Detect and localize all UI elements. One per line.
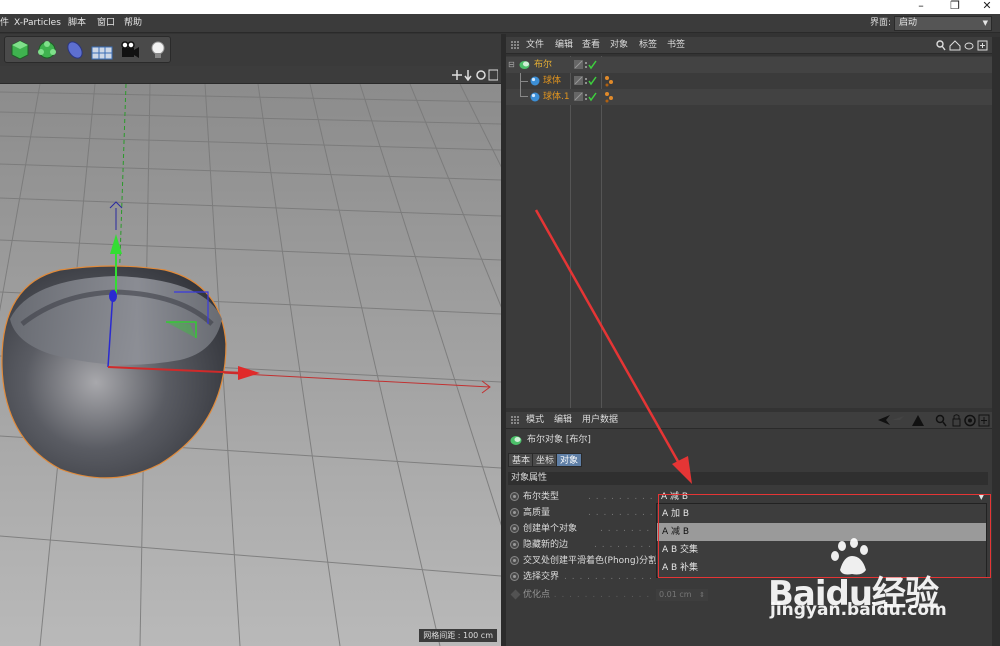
viewport-nav-icons[interactable] [452, 69, 498, 81]
tag-icon[interactable] [604, 75, 614, 87]
tree-branch [520, 82, 528, 97]
tag-icon[interactable] [604, 91, 614, 103]
object-label-boole[interactable]: 布尔 [534, 57, 552, 73]
om-menu-tag[interactable]: 标签 [639, 37, 657, 54]
collapse-icon[interactable]: ⊟ [508, 57, 515, 73]
leader-dots: . . . . . . . . . . . . [588, 508, 654, 518]
viewport-scene [0, 84, 501, 646]
leader-dots: . . . . . . . . . . . . [588, 492, 654, 502]
baidu-watermark: Baidu经验 jingyan.baidu.com [768, 538, 968, 630]
keyframe-radio[interactable] [510, 492, 519, 501]
menu-item-script[interactable]: 脚本 [68, 14, 86, 33]
om-menu-object[interactable]: 对象 [610, 37, 628, 54]
leader-dots: . . . . . . . . . . . . . . . . . . [546, 590, 654, 600]
grip-icon[interactable] [511, 416, 519, 425]
object-row-boole[interactable]: ⊟ 布尔 [506, 57, 992, 73]
grip-icon[interactable] [511, 41, 519, 50]
om-header-icons[interactable] [936, 40, 988, 51]
keyframe-radio[interactable] [510, 589, 521, 600]
restore-icon[interactable]: ❐ [944, 0, 966, 14]
object-label-sphere[interactable]: 球体 [543, 73, 561, 89]
tab-object[interactable]: 对象 [556, 453, 583, 467]
visibility-icons[interactable] [574, 92, 598, 102]
layout-select-value: 启动 [899, 18, 918, 28]
prop-label: 创建单个对象 [523, 524, 578, 534]
tab-coord[interactable]: 坐标 [532, 453, 559, 467]
close-icon[interactable]: ✕ [976, 0, 998, 14]
tab-basic[interactable]: 基本 [508, 453, 535, 467]
object-label-sphere-1[interactable]: 球体.1 [543, 89, 570, 105]
keyframe-radio[interactable] [510, 556, 519, 565]
right-side-strip[interactable] [992, 37, 1000, 646]
viewport-header [0, 66, 506, 84]
prop-label: 布尔类型 [523, 492, 560, 502]
prop-label: 选择交界 [523, 572, 560, 582]
title-bar: – ❐ ✕ [0, 0, 1000, 14]
visibility-icons[interactable] [574, 76, 598, 86]
visibility-icons[interactable] [574, 60, 598, 70]
main-menubar: 件 X-Particles 脚本 窗口 帮助 界面: 启动 ▼ [0, 14, 1000, 33]
floor-icon[interactable] [91, 39, 113, 61]
object-row-sphere[interactable]: 球体 [506, 73, 992, 89]
cube-icon[interactable] [9, 39, 31, 61]
object-manager-menubar: 文件 编辑 查看 对象 标签 书签 [506, 37, 992, 54]
menu-item-window[interactable]: 窗口 [97, 14, 115, 33]
keyframe-radio[interactable] [510, 572, 519, 581]
om-column-divider [601, 56, 602, 408]
am-menu-userdata[interactable]: 用户数据 [582, 412, 618, 429]
am-header-icons[interactable] [878, 414, 990, 427]
keyframe-radio[interactable] [510, 524, 519, 533]
stepper-icon[interactable]: ⇕ [699, 589, 705, 601]
prop-label: 高质量 [523, 508, 551, 518]
optimize-value: 0.01 cm [659, 590, 692, 599]
tree-branch [520, 73, 528, 82]
camera-icon[interactable] [119, 39, 141, 61]
leader-dots: . . . . . . . . . [600, 524, 654, 534]
attribute-manager-menubar: 模式 编辑 用户数据 [506, 412, 992, 429]
layout-label: 界面: [870, 18, 892, 28]
minimize-icon[interactable]: – [910, 0, 932, 14]
om-menu-file[interactable]: 文件 [526, 37, 544, 54]
3d-viewport[interactable]: 网格间距 : 100 cm [0, 84, 501, 646]
boole-icon [510, 436, 522, 445]
om-menu-view[interactable]: 查看 [582, 37, 600, 54]
am-menu-edit[interactable]: 编辑 [554, 412, 572, 429]
optimize-input[interactable]: 0.01 cm ⇕ [656, 589, 708, 601]
om-column-divider [570, 56, 571, 408]
deformer-icon[interactable] [64, 39, 86, 61]
menu-item-file[interactable]: 件 [0, 14, 9, 33]
light-icon[interactable] [147, 39, 169, 61]
menu-item-help[interactable]: 帮助 [124, 14, 142, 33]
om-menu-edit[interactable]: 编辑 [555, 37, 573, 54]
section-header: 对象属性 [508, 472, 988, 485]
keyframe-radio[interactable] [510, 540, 519, 549]
object-title: 布尔对象 [布尔] [527, 435, 591, 445]
main-toolbar [0, 34, 506, 66]
watermark-url: jingyan.baidu.com [770, 600, 947, 620]
object-tool-group [4, 36, 171, 63]
layout-select[interactable]: 启动 ▼ [894, 16, 992, 31]
object-manager: ⊟ 布尔 球体 球体.1 [506, 56, 992, 408]
prop-label: 隐藏新的边 [523, 540, 569, 550]
cloner-icon[interactable] [36, 39, 58, 61]
prop-label: 交叉处创建平滑着色(Phong)分割 [523, 556, 658, 566]
keyframe-radio[interactable] [510, 508, 519, 517]
cinema4d-window: – ❐ ✕ 件 X-Particles 脚本 窗口 帮助 界面: 启动 ▼ 网格… [0, 0, 1000, 646]
boole-icon [519, 61, 530, 69]
sphere-icon [530, 92, 540, 102]
grid-spacing-readout: 网格间距 : 100 cm [419, 629, 497, 642]
am-menu-mode[interactable]: 模式 [526, 412, 544, 429]
om-menu-bookmark[interactable]: 书签 [667, 37, 685, 54]
leader-dots: . . . . . . . . . . . . . . . [564, 572, 654, 582]
object-row-sphere-1[interactable]: 球体.1 [506, 82, 992, 105]
leader-dots: . . . . . . . . . . [594, 540, 654, 550]
sphere-icon [530, 76, 540, 86]
menu-item-xparticles[interactable]: X-Particles [14, 14, 61, 33]
chevron-down-icon: ▼ [982, 19, 988, 27]
